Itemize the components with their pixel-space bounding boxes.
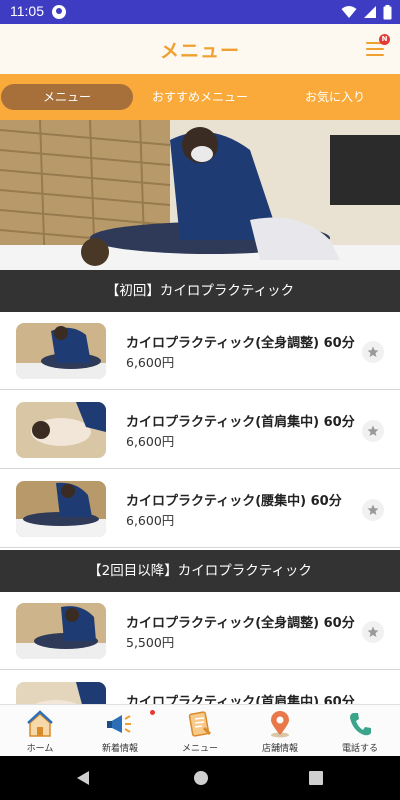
status-time: 11:05 [10, 3, 44, 19]
favorite-button[interactable] [362, 341, 384, 363]
menu-item-price: 6,600円 [126, 434, 175, 449]
nav-call[interactable]: 電話する [320, 705, 400, 757]
tab-favorites[interactable]: お気に入り [270, 84, 400, 110]
nav-news[interactable]: 新着情報 [80, 705, 160, 757]
nav-home-label: ホーム [26, 744, 54, 754]
nav-menu-label: メニュー [181, 744, 218, 754]
battery-icon [383, 4, 392, 19]
tab-bar: メニュー おすすめメニュー お気に入り [0, 74, 400, 120]
section-header-first-visit: 【初回】カイロプラクティック [0, 270, 400, 312]
section-header-repeat-visit: 【2回目以降】カイロプラクティック [0, 550, 400, 592]
menu-item-title: カイロプラクティック(全身調整) 60分 [126, 616, 355, 631]
home-icon [27, 710, 53, 737]
menu-item-thumbnail [16, 481, 106, 537]
menu-item-title: カイロプラクティック(全身調整) 60分 [126, 336, 355, 351]
app-notification-icon [52, 5, 66, 19]
signal-icon [364, 6, 376, 18]
status-icons [341, 4, 392, 20]
tab-recommended[interactable]: おすすめメニュー [140, 84, 260, 110]
phone-icon [350, 713, 371, 736]
bottom-navigation: ホーム 新着情報 メニュー 店舗情報 電話する [0, 704, 400, 756]
system-navigation-bar [0, 756, 400, 800]
new-indicator-dot [150, 710, 155, 715]
nav-call-label: 電話する [341, 744, 378, 754]
menu-item-thumbnail [16, 603, 106, 659]
star-icon [367, 504, 379, 515]
menu-item[interactable]: カイロプラクティック(首肩集中) 60分 6,600円 [0, 391, 400, 469]
wifi-icon [341, 6, 357, 18]
favorite-button[interactable] [362, 621, 384, 643]
menu-item[interactable]: カイロプラクティック(全身調整) 60分 5,500円 [0, 592, 400, 670]
menu-item-title: カイロプラクティック(首肩集中) 60分 [126, 415, 355, 430]
menu-item-price: 6,600円 [126, 513, 175, 528]
hero-image [0, 120, 400, 270]
menu-book-icon [188, 711, 212, 737]
map-pin-icon [271, 711, 289, 738]
nav-news-label: 新着情報 [101, 744, 138, 754]
tab-menu[interactable]: メニュー [1, 84, 133, 110]
page-title: メニュー [159, 40, 240, 62]
favorite-button[interactable] [362, 420, 384, 442]
notification-badge: N [379, 34, 390, 45]
menu-item-thumbnail [16, 323, 106, 379]
status-bar: 11:05 [0, 0, 400, 24]
app-header: メニュー N [0, 24, 400, 74]
nav-home[interactable]: ホーム [0, 705, 80, 757]
back-icon[interactable] [76, 770, 90, 786]
nav-menu[interactable]: メニュー [160, 705, 240, 757]
menu-item-price: 5,500円 [126, 635, 175, 650]
menu-item-price: 6,600円 [126, 355, 175, 370]
menu-item[interactable]: カイロプラクティック(全身調整) 60分 6,600円 [0, 312, 400, 390]
nav-store-info-label: 店舗情報 [261, 744, 298, 754]
menu-item-title: カイロプラクティック(腰集中) 60分 [126, 494, 342, 509]
menu-item-thumbnail [16, 402, 106, 458]
star-icon [367, 425, 379, 436]
recents-icon[interactable] [309, 771, 323, 785]
menu-item[interactable]: カイロプラクティック(腰集中) 60分 6,600円 [0, 470, 400, 548]
nav-store-info[interactable]: 店舗情報 [240, 705, 320, 757]
favorite-button[interactable] [362, 499, 384, 521]
megaphone-icon [107, 715, 131, 733]
home-button-icon[interactable] [193, 770, 209, 786]
star-icon [367, 626, 379, 637]
star-icon [367, 346, 379, 357]
